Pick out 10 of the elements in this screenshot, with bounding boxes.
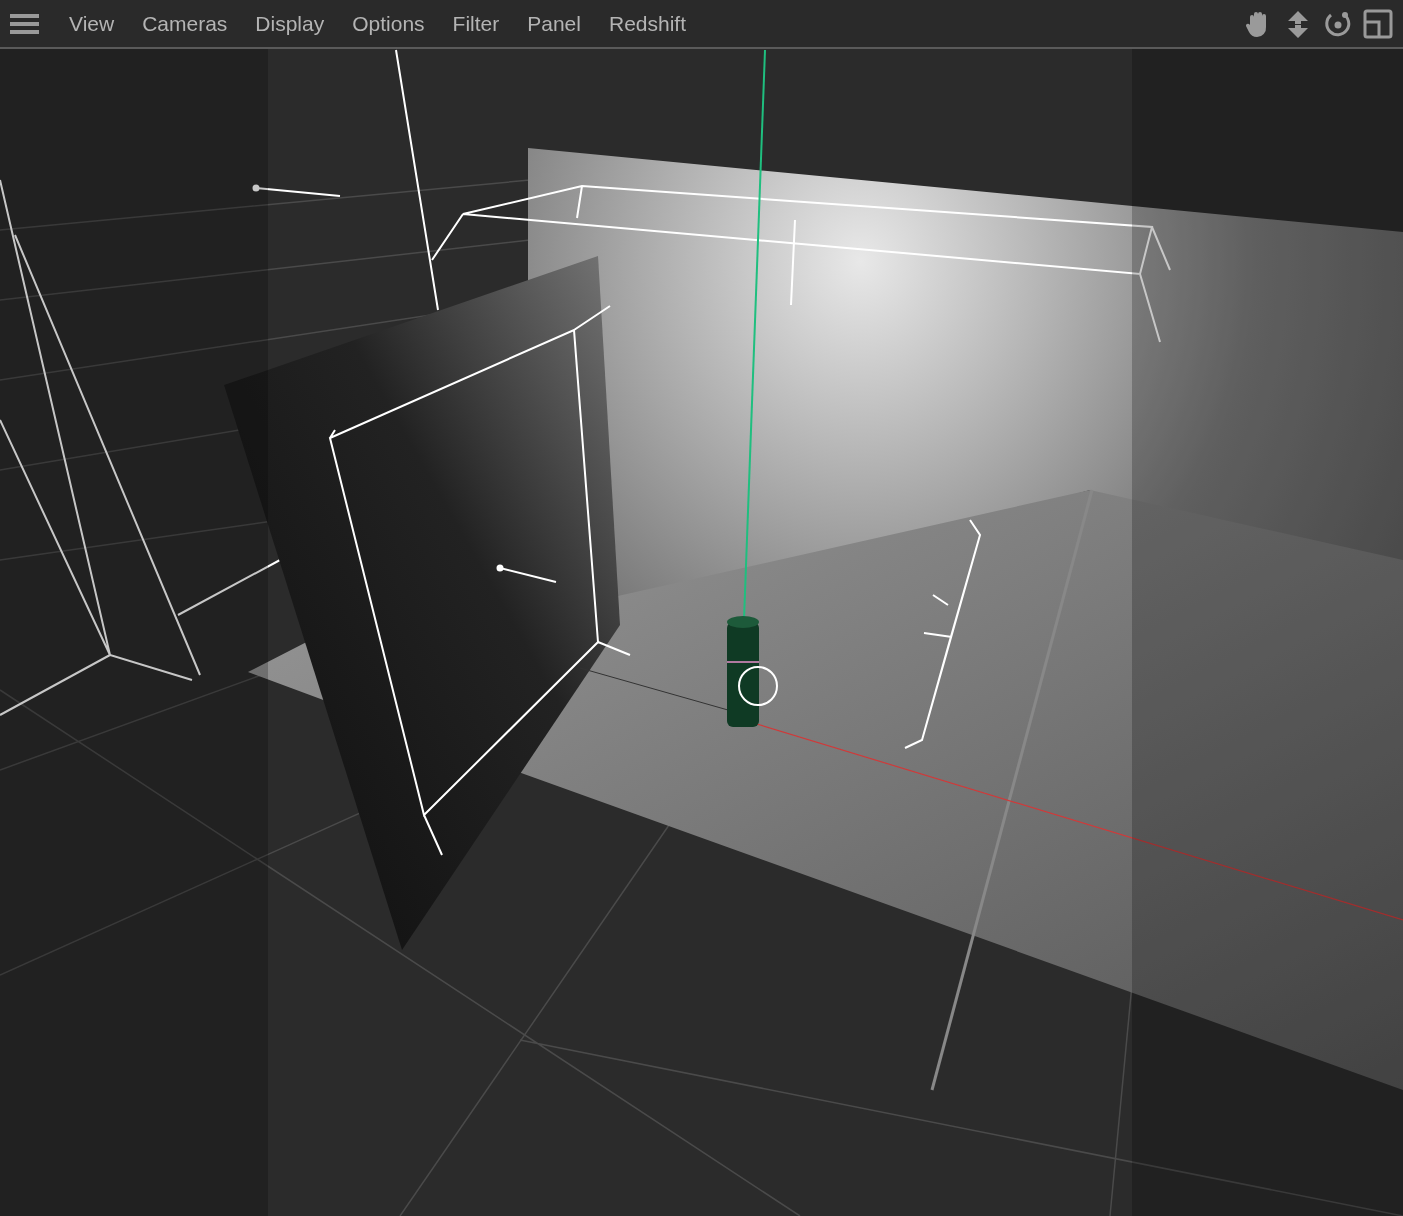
menu-icon[interactable] <box>10 12 39 35</box>
menu-item[interactable]: Panel <box>513 7 595 40</box>
menu-item[interactable]: View <box>55 7 129 40</box>
circle-handle[interactable] <box>738 666 778 706</box>
menu-item[interactable]: Options <box>338 7 439 40</box>
menu-item[interactable]: Display <box>241 7 339 40</box>
menu-item[interactable]: Filter <box>438 7 514 40</box>
layout-icon[interactable] <box>1363 8 1393 39</box>
menu-item[interactable]: Redshift <box>594 7 700 40</box>
menu-item[interactable]: Cameras <box>128 7 242 40</box>
